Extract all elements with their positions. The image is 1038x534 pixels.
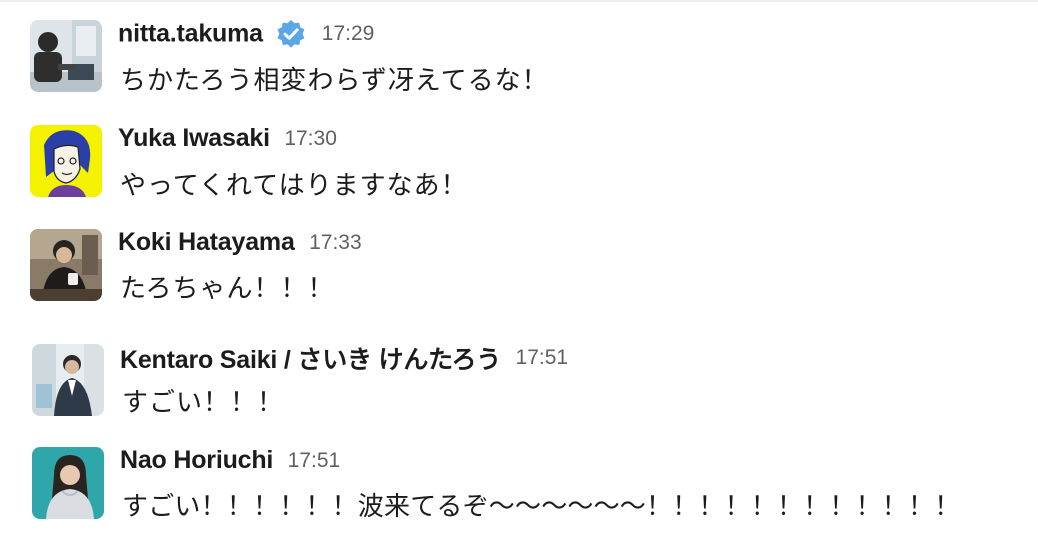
message-header: nitta.takuma 17:29	[118, 18, 374, 50]
author-name[interactable]: Yuka Iwasaki	[118, 124, 270, 152]
divider	[0, 0, 1038, 2]
message-text: ちかたろう相変わらず冴えてるな！	[120, 66, 549, 96]
timestamp[interactable]: 17:29	[322, 22, 375, 45]
message-text: たろちゃん！！！	[120, 274, 335, 304]
avatar[interactable]	[32, 447, 104, 519]
verified-badge-icon	[275, 18, 307, 50]
message-text: すごい！！！！！！波来てるぞ〜〜〜〜〜〜！！！！！！！！！！！！	[122, 492, 961, 522]
message-text: すごい！！！	[122, 388, 285, 418]
message-header: Yuka Iwasaki 17:30	[118, 124, 337, 153]
author-name[interactable]: Nao Horiuchi	[120, 446, 273, 474]
avatar[interactable]	[30, 229, 102, 301]
timestamp[interactable]: 17:33	[309, 231, 362, 254]
author-name[interactable]: nitta.takuma	[118, 20, 263, 48]
author-name[interactable]: Kentaro Saiki / さいき けんたろう	[120, 346, 501, 374]
message-header: Koki Hatayama 17:33	[118, 228, 362, 257]
timestamp[interactable]: 17:51	[516, 346, 569, 369]
timestamp[interactable]: 17:30	[284, 127, 337, 150]
message-text: やってくれてはりますなあ！	[120, 171, 468, 201]
author-name[interactable]: Koki Hatayama	[118, 228, 295, 256]
message-header: Kentaro Saiki / さいき けんたろう 17:51	[120, 340, 568, 376]
timestamp[interactable]: 17:51	[288, 449, 341, 472]
message-header: Nao Horiuchi 17:51	[120, 446, 340, 475]
avatar[interactable]	[32, 344, 104, 416]
avatar[interactable]	[30, 20, 102, 92]
avatar[interactable]	[30, 125, 102, 197]
